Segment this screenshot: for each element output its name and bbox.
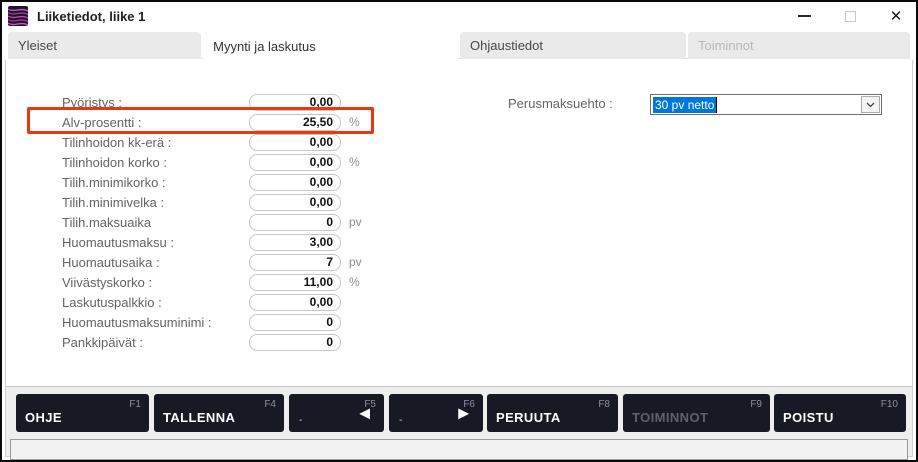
status-bar (10, 439, 908, 460)
form-row: Tilih.minimikorko : 0,00 (6, 172, 446, 192)
field-label: Pankkipäivät : (62, 335, 249, 350)
huomautusmaksu-input[interactable]: 3,00 (249, 234, 341, 251)
field-label: Huomautusaika : (62, 255, 249, 270)
form-row: Tilinhoidon kk-erä : 0,00 (6, 132, 446, 152)
chevron-down-icon (866, 102, 875, 108)
fkey-label: F10 (881, 399, 898, 410)
pyoristys-input[interactable]: 0,00 (249, 94, 341, 111)
tab-yleiset[interactable]: Yleiset (8, 32, 201, 59)
field-label: Laskutuspalkkio : (62, 295, 249, 310)
sales-form: Pyöristys : 0,00 Alv-prosentti : 25,50 %… (6, 92, 446, 352)
laskutuspalkkio-input[interactable]: 0,00 (249, 294, 341, 311)
content-area: Pyöristys : 0,00 Alv-prosentti : 25,50 %… (6, 60, 912, 387)
dropdown-arrow-button[interactable] (861, 96, 880, 113)
form-row: Viivästyskorko : 11,00 % (6, 272, 446, 292)
button-label: - (299, 415, 302, 426)
field-label: Viivästyskorko : (62, 275, 249, 290)
unit-label: % (349, 275, 369, 289)
field-label: Tilih.minimikorko : (62, 175, 249, 190)
close-button[interactable]: ✕ (888, 8, 904, 24)
minimize-button[interactable] (796, 8, 812, 24)
form-row: Laskutuspalkkio : 0,00 (6, 292, 446, 312)
fkey-label: F4 (264, 399, 276, 410)
toiminnot-button: TOIMINNOT F9 (623, 394, 770, 432)
tab-myynti-ja-laskutus[interactable]: Myynti ja laskutus (203, 32, 458, 60)
button-label: POISTU (783, 410, 834, 425)
alv-prosentti-input[interactable]: 25,50 (249, 114, 341, 131)
tab-label: Myynti ja laskutus (213, 39, 316, 54)
fkey-label: F5 (364, 399, 376, 410)
form-row-highlighted: Alv-prosentti : 25,50 % (6, 112, 446, 132)
viivastyskorko-input[interactable]: 11,00 (249, 274, 341, 291)
field-label: Huomautusmaksu : (62, 235, 249, 250)
tilih-maksuaika-input[interactable]: 0 (249, 214, 341, 231)
pankkipaivat-input[interactable]: 0 (249, 334, 341, 351)
fkey-label: F1 (129, 399, 141, 410)
tab-ohjaustiedot[interactable]: Ohjaustiedot (460, 32, 686, 59)
button-label: TOIMINNOT (632, 410, 708, 425)
form-row: Pankkipäivät : 0 (6, 332, 446, 352)
form-row: Tilih.minimivelka : 0,00 (6, 192, 446, 212)
dropdown-selected-value: 30 pv netto (653, 97, 717, 113)
huomautusmaksuminimi-input[interactable]: 0 (249, 314, 341, 331)
field-label: Pyöristys : (62, 95, 249, 110)
form-row: Huomautusaika : 7 pv (6, 252, 446, 272)
unit-label: pv (349, 255, 369, 269)
huomautusaika-input[interactable]: 7 (249, 254, 341, 271)
fkey-label: F6 (463, 399, 475, 410)
maximize-icon (845, 11, 856, 22)
field-label: Huomautusmaksuminimi : (62, 315, 249, 330)
unit-label: % (349, 115, 369, 129)
tilih-minimivelka-input[interactable]: 0,00 (249, 194, 341, 211)
form-row: Pyöristys : 0,00 (6, 92, 446, 112)
tilinhoidon-korko-input[interactable]: 0,00 (249, 154, 341, 171)
minimize-icon (798, 15, 811, 17)
field-label: Tilinhoidon kk-erä : (62, 135, 249, 150)
tab-label: Yleiset (18, 38, 57, 53)
tilinhoidon-kk-era-input[interactable]: 0,00 (249, 134, 341, 151)
ohje-button[interactable]: OHJE F1 (16, 394, 149, 432)
tab-label: Ohjaustiedot (470, 38, 543, 53)
titlebar: Liiketiedot, liike 1 ✕ (2, 2, 916, 30)
app-logo-icon (8, 6, 28, 26)
perusmaksuehto-dropdown[interactable]: 30 pv netto (650, 94, 882, 115)
button-label: OHJE (25, 410, 62, 425)
form-row: Tilih.maksuaika 0 pv (6, 212, 446, 232)
perusmaksuehto-label: Perusmaksuehto : (508, 96, 613, 111)
tilih-minimikorko-input[interactable]: 0,00 (249, 174, 341, 191)
form-row: Huomautusmaksu : 3,00 (6, 232, 446, 252)
poistu-button[interactable]: POISTU F10 (774, 394, 906, 432)
next-button[interactable]: - ▶ F6 (389, 394, 483, 432)
window-controls: ✕ (796, 2, 904, 30)
tab-label: Toiminnot (698, 38, 754, 53)
tallenna-button[interactable]: TALLENNA F4 (154, 394, 284, 432)
window-body: Pyöristys : 0,00 Alv-prosentti : 25,50 %… (5, 60, 913, 457)
button-label: PERUUTA (496, 410, 561, 425)
tab-toiminnot: Toiminnot (688, 32, 910, 59)
form-row: Huomautusmaksuminimi : 0 (6, 312, 446, 332)
fkey-label: F8 (598, 399, 610, 410)
peruuta-button[interactable]: PERUUTA F8 (487, 394, 618, 432)
field-label: Tilih.maksuaika (62, 215, 249, 230)
fkey-label: F9 (750, 399, 762, 410)
field-label: Alv-prosentti : (62, 115, 249, 130)
form-row: Tilinhoidon korko : 0,00 % (6, 152, 446, 172)
previous-button[interactable]: - ◀ F5 (289, 394, 384, 432)
field-label: Tilinhoidon korko : (62, 155, 249, 170)
window-title: Liiketiedot, liike 1 (37, 9, 145, 24)
app-window: Liiketiedot, liike 1 ✕ Yleiset Myynti ja… (0, 0, 918, 462)
unit-label: % (349, 155, 369, 169)
unit-label: pv (349, 215, 369, 229)
maximize-button[interactable] (842, 8, 858, 24)
close-icon: ✕ (890, 9, 903, 24)
button-label: - (399, 415, 402, 426)
tab-bar: Yleiset Myynti ja laskutus Ohjaustiedot … (8, 32, 910, 59)
field-label: Tilih.minimivelka : (62, 195, 249, 210)
button-label: TALLENNA (163, 410, 235, 425)
